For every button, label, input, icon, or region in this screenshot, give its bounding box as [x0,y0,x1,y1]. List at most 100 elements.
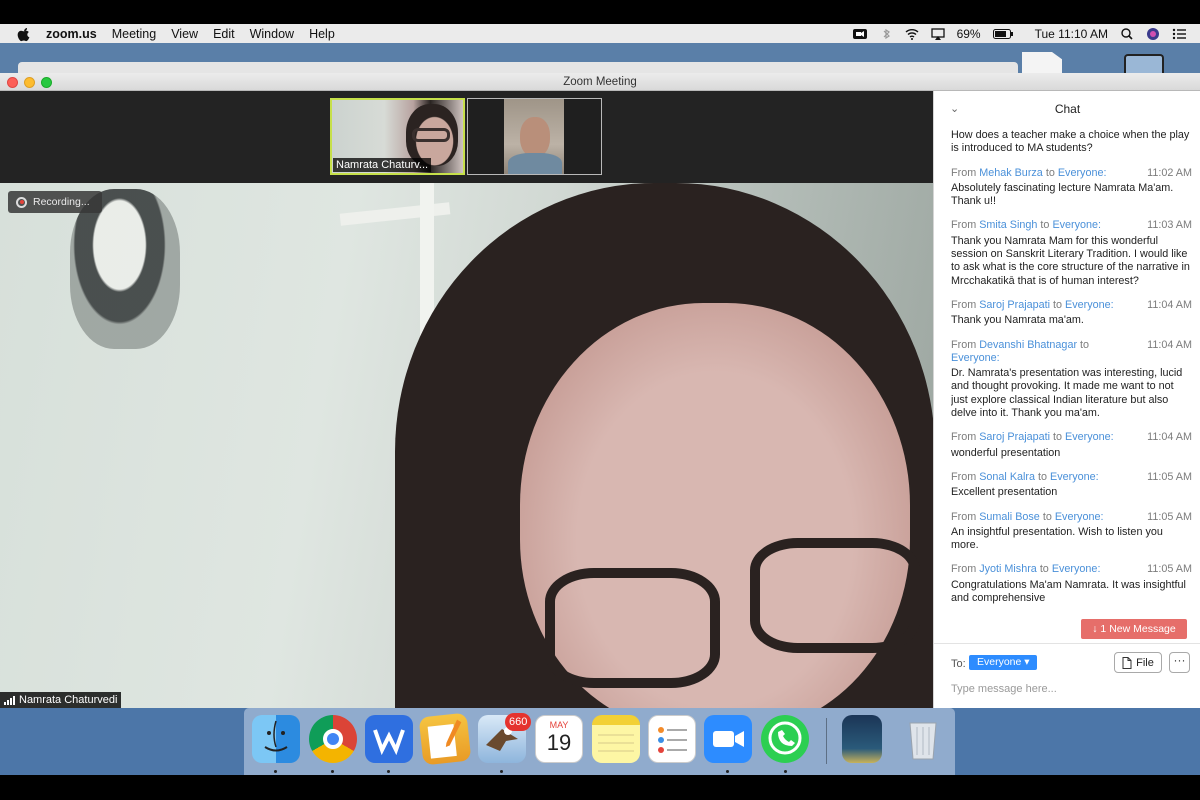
battery-icon[interactable] [992,28,1013,39]
chat-recipient-name: Everyone: [1065,298,1114,311]
chat-message: From Jyoti Mishra to Everyone: 11:05 AM Co… [951,563,1192,605]
chevron-down-icon[interactable]: ⌄ [950,91,959,127]
chat-message-text: Thank you Namrata Mam for this wonderful… [951,234,1190,287]
to-word: to [1080,338,1090,351]
notes-lines-icon [598,734,634,752]
spotlight-icon[interactable] [1120,27,1134,40]
running-indicator-whatsapp [784,770,787,773]
chat-recipient-name: Everyone: [1052,219,1102,232]
menu-help[interactable]: Help [309,27,335,41]
new-message-button[interactable]: ↓ 1 New Message [1081,619,1187,639]
window-minimize-button[interactable] [24,77,35,88]
screen-bottom-edge [0,775,1200,800]
menubar-clock[interactable]: Tue 11:10 AM [1035,27,1108,41]
speaker-name-label: Namrata Chaturvedi [0,692,122,708]
calendar-icon[interactable]: MAY 19 [535,715,583,763]
from-prefix: From [951,298,977,311]
chat-message-input[interactable] [951,680,1191,698]
chat-message-header: From Sonal Kalra to Everyone: 11:05 AM [951,471,1192,484]
chat-message: From Smita Singh to Everyone: 11:03 AM Tha… [951,219,1192,287]
pages-icon[interactable] [418,712,472,766]
window-maximize-button[interactable] [41,77,52,88]
pages-pen-icon [427,719,462,759]
thumbnail-name-label: Namrata Chaturv... [333,158,432,172]
reminders-list-icon [658,727,687,753]
chat-sender-line: From Sonal Kalra to Everyone: [951,471,1099,484]
speaker-glasses-right [750,538,920,653]
chat-sender-name[interactable]: Sonal Kalra [979,471,1035,483]
siri-icon[interactable] [1146,27,1160,40]
recording-indicator[interactable]: Recording... [8,191,102,213]
chat-sender-line: From Smita Singh to Everyone: [951,219,1101,232]
chat-sender-name[interactable]: Jyoti Mishra [979,563,1037,575]
chat-message: From Saroj Prajapati to Everyone: 11:04 A… [951,431,1192,460]
chat-message-text: An insightful presentation. Wish to list… [951,525,1163,552]
chat-sender-name[interactable]: Saroj Prajapati [979,431,1050,443]
menu-app-zoom[interactable]: zoom.us [46,27,97,41]
participant-thumbnail[interactable] [467,98,602,175]
chat-sender-name[interactable]: Saroj Prajapati [979,299,1050,311]
reminders-icon[interactable] [648,715,696,763]
to-word: to [1045,166,1055,179]
chat-message: From Sonal Kalra to Everyone: 11:05 AM Exc… [951,471,1192,500]
file-button[interactable]: File [1114,652,1162,673]
bluetooth-icon[interactable] [879,28,893,40]
chat-message-text: Excellent presentation [951,486,1058,499]
chat-sender-name[interactable]: Sumali Bose [979,511,1040,523]
to-word: to [1038,470,1048,483]
finder-icon[interactable] [252,715,300,763]
airplay-icon[interactable] [930,27,945,40]
trash-can-icon [909,722,937,760]
participant-face [520,117,550,157]
running-indicator-zoom [726,770,729,773]
chat-sender-name[interactable]: Devanshi Bhatnagar [979,339,1077,351]
wall-clock [70,189,180,349]
dock-separator [826,718,827,764]
to-label: To: [951,658,966,670]
zoom-icon[interactable] [704,715,752,763]
from-prefix: From [951,563,977,576]
screen: zoom.us Meeting View Edit Window Help 69… [0,0,1200,800]
chat-timestamp: 11:04 AM [1147,431,1192,444]
trash-icon[interactable] [899,715,947,763]
chat-message-text: Absolutely fascinating lecture Namrata M… [951,181,1174,208]
apple-icon[interactable] [16,26,32,42]
menu-window[interactable]: Window [250,27,294,41]
more-options-button[interactable]: ··· [1169,652,1190,673]
window-titlebar[interactable]: Zoom Meeting [0,73,1200,91]
wifi-icon[interactable] [905,28,919,40]
chat-recipient-name: Everyone: [951,351,1000,364]
chat-timestamp: 11:04 AM [1147,298,1192,311]
book-icon[interactable] [842,715,882,763]
signal-icon [4,695,15,705]
to-word: to [1042,510,1052,523]
running-indicator-wps [387,770,390,773]
chat-message-header: From Smita Singh to Everyone: 11:03 AM [951,219,1192,232]
wps-icon[interactable] [365,715,413,763]
notification-center-icon[interactable] [1172,28,1186,40]
recipient-select[interactable]: Everyone ▾ [969,655,1037,670]
from-prefix: From [951,338,977,351]
chat-recipient-name: Everyone: [1054,510,1104,523]
whatsapp-icon[interactable] [761,715,809,763]
notes-icon[interactable] [592,715,640,763]
zoom-status-icon[interactable] [852,28,867,40]
window-close-button[interactable] [7,77,18,88]
record-icon [16,196,27,208]
chat-panel: ⌄ Chat How does a teacher make a choice … [933,91,1200,708]
chat-message: From Devanshi Bhatnagar to Everyone: 11:0… [951,339,1192,421]
chat-sender-name[interactable]: Smita Singh [979,219,1037,231]
chat-message-header: From Saroj Prajapati to Everyone: 11:04 A… [951,431,1192,444]
running-indicator-finder [274,770,277,773]
chat-message-header: From Sumali Bose to Everyone: 11:05 AM [951,511,1192,524]
chrome-icon[interactable] [309,715,357,763]
from-prefix: From [951,166,977,179]
menu-bar: zoom.us Meeting View Edit Window Help 69… [0,24,1200,43]
participant-thumbnail-active[interactable]: Namrata Chaturv... [330,98,465,175]
menu-view[interactable]: View [171,27,198,41]
menu-edit[interactable]: Edit [213,27,235,41]
chat-sender-name[interactable]: Mehak Burza [979,167,1043,179]
chat-message-list[interactable]: How does a teacher make a choice when th… [951,129,1192,641]
main-video[interactable]: Recording... Namrata Chaturvedi [0,183,933,708]
menu-meeting[interactable]: Meeting [112,27,156,41]
